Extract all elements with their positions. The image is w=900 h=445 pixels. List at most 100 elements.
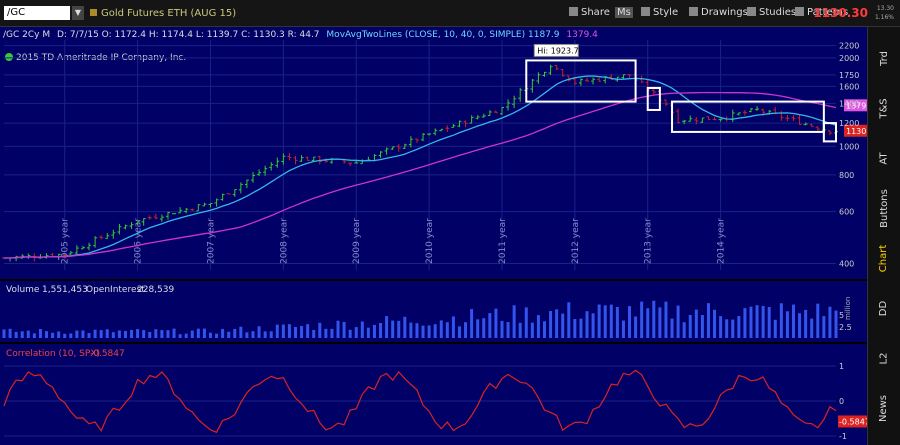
open-interest-value: 228,539 — [137, 285, 174, 295]
sidebar-tab-dd[interactable]: DD — [868, 285, 900, 331]
price-tick-label: 2000 — [839, 54, 859, 63]
volume-bar — [457, 326, 461, 338]
sidebar-tab-ts[interactable]: T&S — [868, 85, 900, 131]
volume-bar — [421, 325, 425, 338]
volume-bar — [676, 305, 680, 338]
volume-bar — [591, 313, 595, 338]
volume-bar — [737, 316, 741, 338]
volume-bar — [518, 322, 522, 338]
volume-bar — [713, 309, 717, 338]
volume-bar — [530, 322, 534, 338]
sidebar-tab-at[interactable]: AT — [868, 135, 900, 181]
volume-bar — [336, 320, 340, 338]
correlation-tick-label: 0 — [839, 397, 844, 406]
volume-bar — [524, 307, 528, 338]
volume-bar — [804, 309, 808, 338]
year-tick-label: 2013 year — [644, 218, 654, 264]
volume-bar — [190, 330, 194, 338]
volume-bar — [743, 308, 747, 338]
volume-bar — [372, 324, 376, 338]
chart-canvas[interactable]: 2005 year 2006 year 2007 year 2008 year 2009… — [0, 0, 868, 445]
volume-bar — [287, 324, 291, 338]
volume-bar — [32, 333, 36, 338]
sidebar-tab-trd[interactable]: Trd — [868, 35, 900, 81]
volume-bar — [731, 319, 735, 338]
volume-bar — [658, 307, 662, 338]
volume-bar — [810, 318, 814, 338]
volume-bar — [154, 329, 158, 338]
volume-bar — [2, 329, 6, 338]
volume-bar — [324, 328, 328, 338]
volume-bar — [26, 330, 30, 338]
volume-bar — [585, 311, 589, 338]
volume-bar — [57, 331, 61, 338]
volume-bar — [555, 309, 559, 338]
volume-bar — [433, 324, 437, 338]
volume-bar — [597, 304, 601, 338]
volume-bar — [300, 326, 304, 338]
volume-bar — [239, 326, 243, 338]
year-tick-label: 2014 year — [717, 218, 727, 264]
volume-bar — [227, 331, 231, 338]
volume-bar — [719, 316, 723, 338]
volume-bar — [233, 328, 237, 338]
volume-bar — [834, 310, 838, 338]
volume-bar — [603, 305, 607, 338]
volume-bar — [579, 318, 583, 338]
volume-bar — [360, 321, 364, 338]
sidebar-tab-news[interactable]: News — [868, 385, 900, 431]
price-tick-label: 2200 — [839, 42, 859, 51]
volume-bar — [196, 328, 200, 338]
volume-bar — [14, 331, 18, 338]
volume-bar — [755, 305, 759, 338]
sidebar-tab-label: AT — [878, 151, 890, 165]
volume-bar — [257, 326, 261, 338]
volume-bar — [136, 329, 140, 338]
volume-bar — [615, 307, 619, 338]
volume-bar — [184, 333, 188, 338]
volume-bar — [628, 306, 632, 338]
volume-bar — [379, 322, 383, 338]
volume-bar — [609, 304, 613, 338]
sidebar-tab-l2[interactable]: L2 — [868, 335, 900, 381]
volume-bar — [93, 329, 97, 338]
volume-bar — [694, 309, 698, 338]
volume-bar — [561, 313, 565, 338]
volume-bar — [69, 333, 73, 338]
volume-bar — [512, 305, 516, 338]
volume-tick-label: 2.5 — [839, 323, 852, 332]
volume-bar — [409, 322, 413, 338]
volume-bar — [208, 332, 212, 338]
year-tick-label: 2011 year — [498, 218, 508, 264]
right-sidebar: Trd T&S AT Buttons Chart DD L2 News — [867, 27, 900, 445]
volume-bar — [664, 301, 668, 338]
price-tick-label: 600 — [839, 208, 854, 217]
volume-bar — [470, 309, 474, 338]
volume-bar — [306, 324, 310, 338]
price-change: 13.30 1.16% — [874, 4, 894, 22]
price-tick-label: 400 — [839, 259, 854, 268]
high-label: Hi: 1923.7 — [537, 46, 578, 55]
volume-bar — [366, 327, 370, 338]
volume-bar — [263, 331, 267, 338]
volume-bar — [130, 329, 134, 338]
volume-bar — [172, 328, 176, 338]
volume-bar — [117, 330, 121, 338]
volume-bar — [682, 322, 686, 338]
volume-bar — [202, 328, 206, 338]
volume-bar — [105, 329, 109, 338]
price-tick-label: 1400 — [839, 99, 859, 108]
volume-bar — [621, 320, 625, 338]
volume-bar — [427, 325, 431, 338]
volume-bar — [318, 322, 322, 338]
volume-bar — [652, 300, 656, 338]
sidebar-tab-buttons[interactable]: Buttons — [868, 185, 900, 231]
volume-bar — [439, 320, 443, 338]
volume-bar — [500, 320, 504, 338]
volume-bar — [573, 318, 577, 338]
volume-bar — [488, 313, 492, 338]
volume-bar — [111, 332, 115, 338]
volume-bar — [767, 307, 771, 338]
sidebar-tab-label: News — [878, 394, 890, 422]
sidebar-tab-chart[interactable]: Chart — [868, 235, 900, 281]
